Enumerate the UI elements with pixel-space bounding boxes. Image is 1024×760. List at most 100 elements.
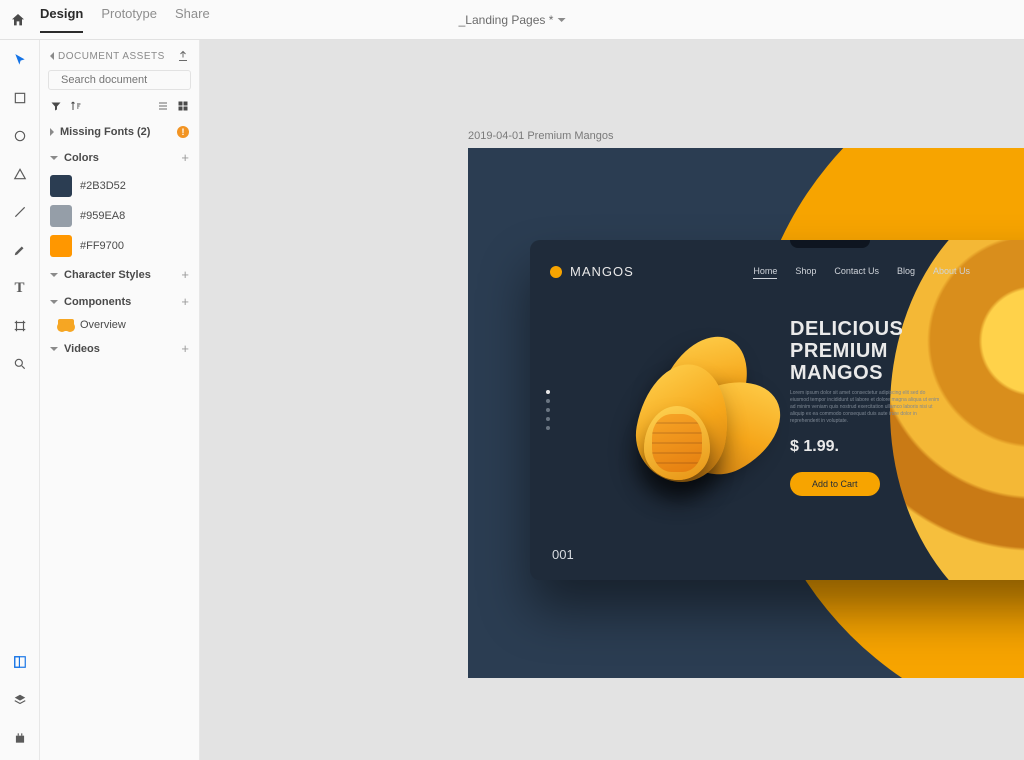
- publish-icon[interactable]: [177, 50, 189, 62]
- assets-panel-button[interactable]: [6, 648, 34, 676]
- component-item-label: Overview: [80, 319, 126, 331]
- brand-label: MANGOS: [570, 264, 634, 279]
- chevron-down-icon: [50, 156, 58, 160]
- text-tool[interactable]: T: [6, 274, 34, 302]
- color-swatch-0[interactable]: #2B3D52: [40, 171, 199, 201]
- pen-tool[interactable]: [6, 236, 34, 264]
- headline-line-3: MANGOS: [790, 362, 903, 384]
- assets-filter-bar: [40, 96, 199, 120]
- swatch-label: #2B3D52: [80, 180, 126, 192]
- components-label: Components: [64, 296, 131, 308]
- plugin-icon: [13, 731, 27, 745]
- mode-tabs: Design Prototype Share: [36, 6, 210, 33]
- chevron-down-icon: [557, 18, 565, 22]
- headline-line-2: PREMIUM: [790, 340, 903, 362]
- pointer-icon: [13, 53, 27, 67]
- swatch-label: #959EA8: [80, 210, 125, 222]
- tab-prototype[interactable]: Prototype: [101, 6, 157, 33]
- plugins-panel-button[interactable]: [6, 724, 34, 752]
- filter-icon[interactable]: [50, 100, 62, 112]
- component-item-overview[interactable]: Overview: [40, 315, 199, 335]
- page-number: 001: [552, 547, 574, 562]
- videos-label: Videos: [64, 343, 100, 355]
- pager-dot[interactable]: [546, 426, 550, 430]
- document-title[interactable]: _Landing Pages *: [459, 13, 566, 27]
- add-video-button[interactable]: +: [181, 341, 189, 356]
- app-main: T DOCUMENT ASSETS: [0, 40, 1024, 760]
- color-swatch-2[interactable]: #FF9700: [40, 231, 199, 261]
- device-mockup[interactable]: MANGOS Home Shop Contact Us Blog About U…: [530, 240, 1024, 580]
- pager-dot[interactable]: [546, 417, 550, 421]
- chevron-left-icon[interactable]: [50, 52, 54, 60]
- chevron-down-icon: [50, 273, 58, 277]
- components-section[interactable]: Components +: [40, 288, 199, 315]
- price-label: $ 1.99.: [790, 438, 839, 456]
- chevron-down-icon: [50, 300, 58, 304]
- character-styles-section[interactable]: Character Styles +: [40, 261, 199, 288]
- magnifier-icon: [13, 357, 27, 371]
- assets-icon: [13, 655, 27, 669]
- assets-search[interactable]: [48, 70, 191, 90]
- home-button[interactable]: [0, 12, 36, 28]
- color-swatch-1[interactable]: #959EA8: [40, 201, 199, 231]
- text-icon: T: [14, 280, 24, 297]
- device-notch: [790, 240, 870, 248]
- missing-fonts-label: Missing Fonts (2): [60, 126, 150, 138]
- layers-panel-button[interactable]: [6, 686, 34, 714]
- swatch-label: #FF9700: [80, 240, 124, 252]
- pager-dot[interactable]: [546, 399, 550, 403]
- nav-home[interactable]: Home: [753, 266, 777, 279]
- triangle-icon: [13, 167, 27, 181]
- rectangle-tool[interactable]: [6, 84, 34, 112]
- line-tool[interactable]: [6, 198, 34, 226]
- select-tool[interactable]: [6, 46, 34, 74]
- nav-blog[interactable]: Blog: [897, 266, 915, 279]
- swatch-icon: [50, 175, 72, 197]
- headline: DELICIOUS PREMIUM MANGOS: [790, 318, 903, 384]
- nav-about[interactable]: About Us: [933, 266, 970, 279]
- pager-dot[interactable]: [546, 390, 550, 394]
- design-canvas[interactable]: 2019-04-01 Premium Mangos MANGOS Home Sh…: [200, 40, 1024, 760]
- colors-label: Colors: [64, 152, 99, 164]
- tab-design[interactable]: Design: [40, 6, 83, 33]
- artboard-tool[interactable]: [6, 312, 34, 340]
- ellipse-tool[interactable]: [6, 122, 34, 150]
- pager-dot[interactable]: [546, 408, 550, 412]
- grid-view-icon[interactable]: [177, 100, 189, 112]
- artboard-icon: [13, 319, 27, 333]
- assets-panel-title: DOCUMENT ASSETS: [58, 51, 165, 62]
- headline-line-1: DELICIOUS: [790, 318, 903, 340]
- tool-strip: T: [0, 40, 40, 760]
- assets-search-input[interactable]: [61, 74, 203, 86]
- app-topbar: Design Prototype Share _Landing Pages *: [0, 0, 1024, 40]
- artboard-label[interactable]: 2019-04-01 Premium Mangos: [468, 130, 614, 142]
- warning-icon: !: [177, 126, 189, 138]
- list-view-icon[interactable]: [157, 100, 169, 112]
- colors-section[interactable]: Colors +: [40, 144, 199, 171]
- circle-icon: [13, 129, 27, 143]
- chevron-down-icon: [50, 347, 58, 351]
- add-charstyle-button[interactable]: +: [181, 267, 189, 282]
- nav-contact[interactable]: Contact Us: [834, 266, 879, 279]
- pager-dots: [546, 390, 550, 430]
- add-to-cart-button[interactable]: Add to Cart: [790, 472, 880, 496]
- line-icon: [13, 205, 27, 219]
- brand-logo: MANGOS: [550, 264, 634, 279]
- char-styles-label: Character Styles: [64, 269, 151, 281]
- swatch-icon: [50, 235, 72, 257]
- zoom-tool[interactable]: [6, 350, 34, 378]
- home-icon: [10, 12, 26, 28]
- polygon-tool[interactable]: [6, 160, 34, 188]
- pen-icon: [13, 243, 27, 257]
- missing-fonts-row[interactable]: Missing Fonts (2) !: [40, 120, 199, 144]
- layers-icon: [13, 693, 27, 707]
- add-color-button[interactable]: +: [181, 150, 189, 165]
- assets-panel: DOCUMENT ASSETS Missing Fonts (2) ! Colo…: [40, 40, 200, 760]
- document-title-text: _Landing Pages *: [459, 13, 554, 27]
- nav-shop[interactable]: Shop: [795, 266, 816, 279]
- mockup-nav: Home Shop Contact Us Blog About Us: [753, 266, 970, 279]
- sort-icon[interactable]: [70, 100, 82, 112]
- add-component-button[interactable]: +: [181, 294, 189, 309]
- videos-section[interactable]: Videos +: [40, 335, 199, 362]
- tab-share[interactable]: Share: [175, 6, 210, 33]
